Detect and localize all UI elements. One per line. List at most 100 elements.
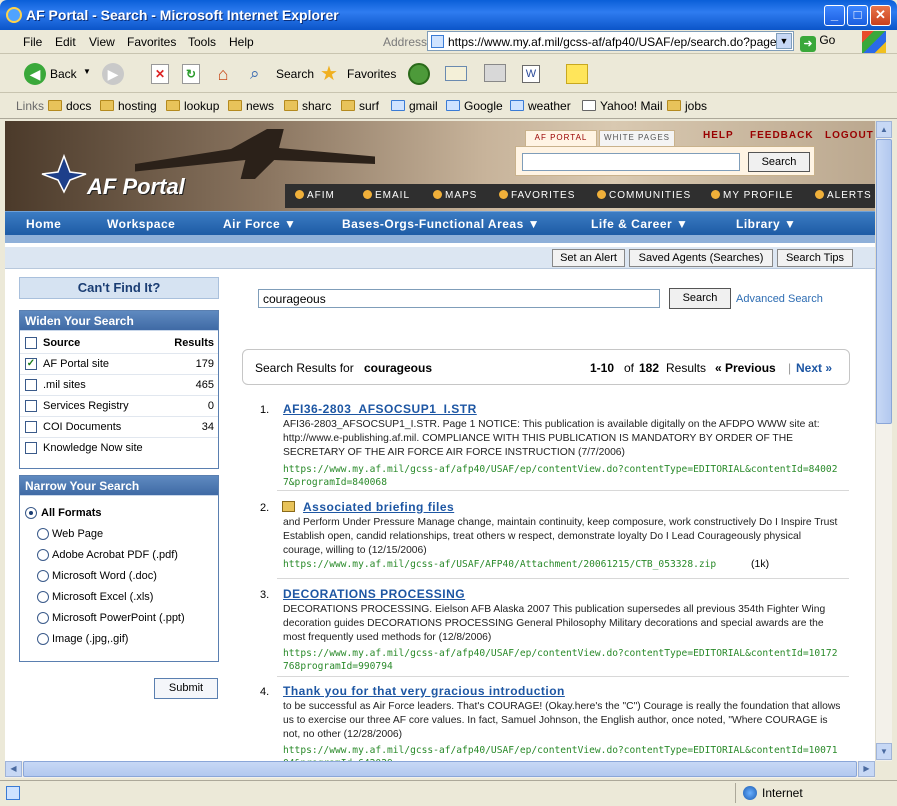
source-checkbox[interactable] <box>25 400 37 412</box>
iconbar-communities[interactable]: COMMUNITIES <box>597 190 691 201</box>
nav-library[interactable]: Library ▼ <box>736 217 796 231</box>
back-icon[interactable]: ◀ <box>24 63 46 85</box>
iconbar-alerts[interactable]: ALERTS <box>815 190 872 201</box>
advanced-search-link[interactable]: Advanced Search <box>736 293 823 305</box>
iconbar-email[interactable]: EMAIL <box>363 190 410 201</box>
history-icon[interactable] <box>408 63 430 85</box>
iconbar-my-profile[interactable]: MY PROFILE <box>711 190 793 201</box>
scroll-left-icon[interactable]: ◀ <box>5 761 22 777</box>
forward-icon[interactable]: ▶ <box>102 63 124 85</box>
back-button[interactable]: Back <box>50 67 77 81</box>
source-checkbox[interactable] <box>25 379 37 391</box>
nav-home[interactable]: Home <box>26 217 61 231</box>
iconbar-favorites[interactable]: FAVORITES <box>499 190 575 201</box>
scroll-down-icon[interactable]: ▼ <box>876 743 892 760</box>
scroll-right-icon[interactable]: ▶ <box>858 761 875 777</box>
address-bar[interactable]: https://www.my.af.mil/gcss-af/afp40/USAF… <box>427 31 794 51</box>
nav-bases-orgs[interactable]: Bases-Orgs-Functional Areas ▼ <box>342 217 540 231</box>
link-news[interactable]: news <box>246 99 274 113</box>
format-option[interactable]: Web Page <box>20 524 218 545</box>
nav-workspace[interactable]: Workspace <box>107 217 175 231</box>
refresh-icon[interactable]: ↻ <box>182 64 200 84</box>
format-radio[interactable] <box>37 570 49 582</box>
tab-white-pages[interactable]: WHITE PAGES <box>599 130 675 146</box>
source-checkbox[interactable] <box>25 421 37 433</box>
format-radio[interactable] <box>37 549 49 561</box>
scroll-up-icon[interactable]: ▲ <box>876 121 892 138</box>
discuss-icon[interactable] <box>566 64 588 84</box>
horizontal-scroll-thumb[interactable] <box>23 761 857 777</box>
menu-view[interactable]: View <box>89 35 115 49</box>
minimize-button[interactable]: _ <box>824 5 845 26</box>
format-option[interactable]: Microsoft Excel (.xls) <box>20 587 218 608</box>
vertical-scroll-thumb[interactable] <box>876 139 892 424</box>
format-option[interactable]: Adobe Acrobat PDF (.pdf) <box>20 545 218 566</box>
select-all-checkbox[interactable] <box>25 337 37 349</box>
horizontal-scrollbar[interactable]: ◀ ▶ <box>5 761 875 778</box>
feedback-link[interactable]: FEEDBACK <box>750 130 814 141</box>
vertical-scrollbar[interactable]: ▲ ▼ <box>875 121 892 761</box>
window-title-bar[interactable]: AF Portal - Search - Microsoft Internet … <box>0 0 897 30</box>
search-query-input[interactable]: courageous <box>258 289 660 308</box>
favorites-toolbar-button[interactable]: Favorites <box>347 67 396 81</box>
home-icon[interactable]: ⌂ <box>212 64 234 84</box>
portal-search-button[interactable]: Search <box>748 152 810 172</box>
link-lookup[interactable]: lookup <box>184 99 219 113</box>
address-dropdown-icon[interactable]: ▼ <box>776 33 792 49</box>
close-button[interactable]: ✕ <box>870 5 891 26</box>
format-option[interactable]: All Formats <box>20 503 218 524</box>
link-jobs[interactable]: jobs <box>685 99 707 113</box>
format-radio[interactable] <box>37 612 49 624</box>
link-docs[interactable]: docs <box>66 99 91 113</box>
set-alert-button[interactable]: Set an Alert <box>552 249 625 267</box>
link-sharc[interactable]: sharc <box>302 99 331 113</box>
back-dropdown-icon[interactable]: ▼ <box>83 67 91 76</box>
format-radio[interactable] <box>25 507 37 519</box>
mail-icon[interactable] <box>445 66 467 81</box>
menu-edit[interactable]: Edit <box>55 35 76 49</box>
previous-link[interactable]: « Previous <box>715 361 776 375</box>
format-option[interactable]: Microsoft Word (.doc) <box>20 566 218 587</box>
link-weather[interactable]: weather <box>528 99 571 113</box>
edit-word-icon[interactable]: W <box>522 65 540 83</box>
search-tips-button[interactable]: Search Tips <box>777 249 853 267</box>
search-icon[interactable]: ⌕ <box>250 64 260 84</box>
link-gmail[interactable]: gmail <box>409 99 438 113</box>
menu-help[interactable]: Help <box>229 35 254 49</box>
maximize-button[interactable]: □ <box>847 5 868 26</box>
link-surf[interactable]: surf <box>359 99 379 113</box>
favorites-star-icon[interactable]: ★ <box>320 61 338 86</box>
stop-icon[interactable]: ✕ <box>151 64 169 84</box>
source-checkbox[interactable]: ✓ <box>25 358 37 370</box>
saved-agents-button[interactable]: Saved Agents (Searches) <box>629 249 773 267</box>
format-radio[interactable] <box>37 528 49 540</box>
result-title-link[interactable]: Associated briefing files <box>303 500 454 514</box>
link-hosting[interactable]: hosting <box>118 99 157 113</box>
link-yahoo-mail[interactable]: Yahoo! Mail <box>600 99 662 113</box>
go-button[interactable]: ➜ Go <box>800 33 835 52</box>
logout-link[interactable]: LOGOUT <box>825 130 874 141</box>
menu-tools[interactable]: Tools <box>188 35 216 49</box>
iconbar-maps[interactable]: MAPS <box>433 190 477 201</box>
nav-life-career[interactable]: Life & Career ▼ <box>591 217 688 231</box>
next-link[interactable]: Next » <box>796 361 832 375</box>
source-checkbox[interactable] <box>25 442 37 454</box>
portal-search-input[interactable] <box>522 153 740 171</box>
format-option[interactable]: Microsoft PowerPoint (.ppt) <box>20 608 218 629</box>
print-icon[interactable] <box>484 64 506 82</box>
help-link[interactable]: HELP <box>703 130 734 141</box>
result-title-link[interactable]: Thank you for that very gracious introdu… <box>283 684 565 698</box>
link-google[interactable]: Google <box>464 99 503 113</box>
format-option[interactable]: Image (.jpg,.gif) <box>20 629 218 650</box>
nav-air-force[interactable]: Air Force ▼ <box>223 217 296 231</box>
menu-file[interactable]: File <box>23 35 42 49</box>
search-button[interactable]: Search <box>669 288 731 309</box>
result-title-link[interactable]: DECORATIONS PROCESSING <box>283 587 465 601</box>
result-title-link[interactable]: AFI36-2803_AFSOCSUP1_I.STR <box>283 402 477 416</box>
format-radio[interactable] <box>37 633 49 645</box>
search-toolbar-button[interactable]: Search <box>276 67 314 81</box>
submit-button[interactable]: Submit <box>154 678 218 699</box>
iconbar-afim[interactable]: AFIM <box>295 190 335 201</box>
format-radio[interactable] <box>37 591 49 603</box>
tab-af-portal[interactable]: AF PORTAL <box>525 130 597 146</box>
